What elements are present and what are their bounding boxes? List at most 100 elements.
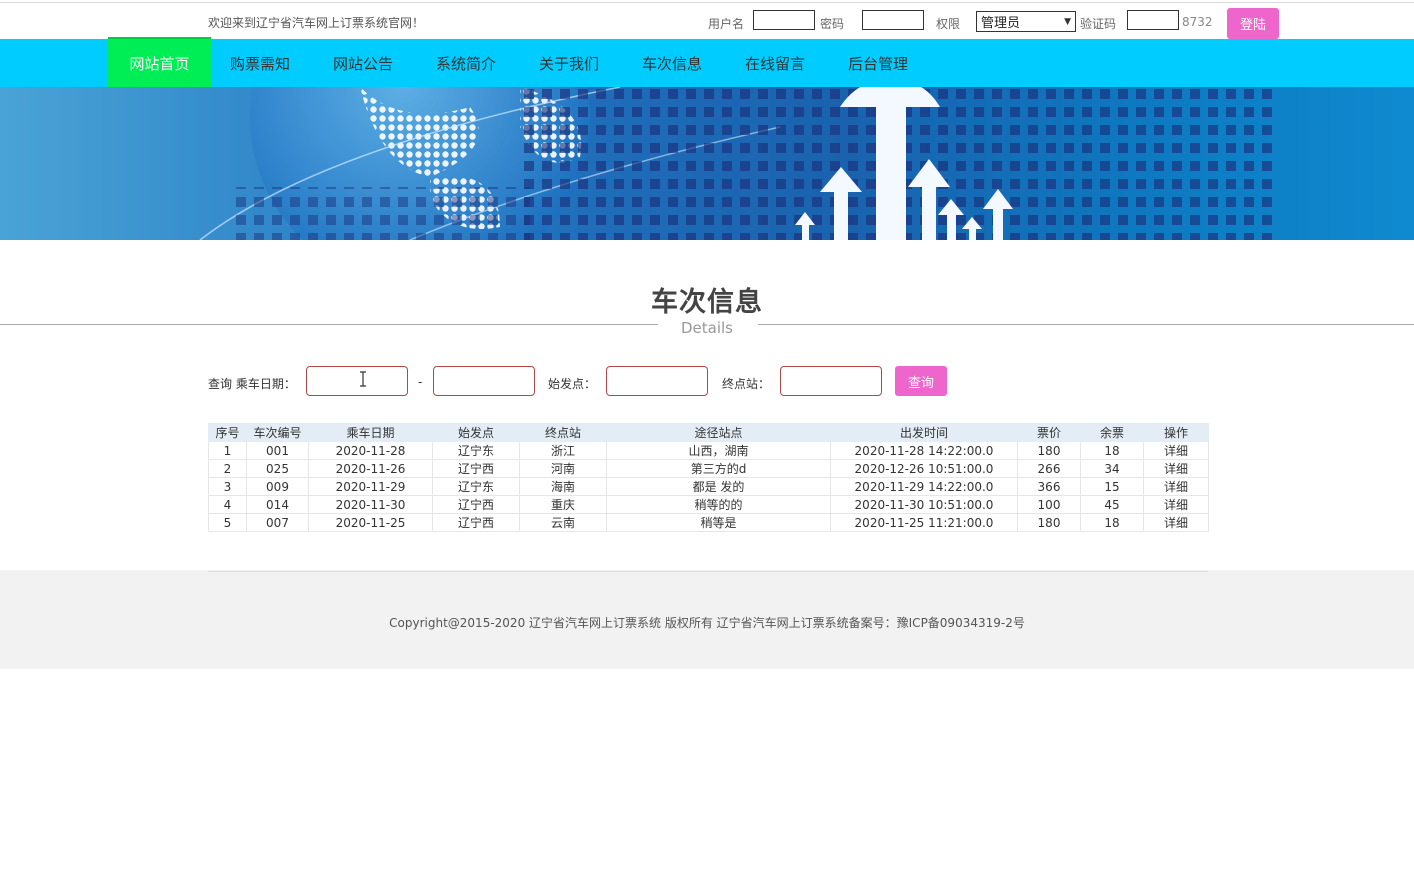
- start-date-input[interactable]: [306, 366, 408, 396]
- search-button[interactable]: 查询: [895, 366, 947, 396]
- nav-item-admin[interactable]: 后台管理: [848, 39, 908, 87]
- date-range-dash: -: [418, 375, 423, 389]
- origin-input[interactable]: [606, 366, 708, 396]
- table-cell: 2020-11-29: [308, 477, 433, 496]
- table-cell: 第三方的d: [606, 459, 831, 478]
- table-cell: 浙江: [519, 441, 607, 460]
- table-cell: 18: [1080, 441, 1144, 460]
- nav-item-about-us[interactable]: 关于我们: [539, 39, 599, 87]
- captcha-label: 验证码: [1080, 17, 1117, 31]
- table-cell: 稍等的的: [606, 495, 831, 514]
- table-cell: 辽宁东: [432, 477, 520, 496]
- username-input[interactable]: [753, 10, 815, 30]
- table-cell: 366: [1017, 477, 1081, 496]
- password-label: 密码: [820, 17, 845, 31]
- table-row: 2 025 2020-11-26 辽宁西 河南 第三方的d 2020-12-26…: [208, 459, 1209, 478]
- chevron-down-icon: ▼: [1064, 16, 1071, 27]
- col-header: 操作: [1143, 423, 1209, 442]
- col-header: 票价: [1017, 423, 1081, 442]
- login-button[interactable]: 登陆: [1227, 8, 1279, 39]
- table-cell: 34: [1080, 459, 1144, 478]
- captcha-input[interactable]: [1127, 10, 1179, 30]
- table-cell: 3: [208, 477, 247, 496]
- table-cell: 180: [1017, 513, 1081, 532]
- table-cell: 2020-11-30: [308, 495, 433, 514]
- table-header-row: 序号 车次编号 乘车日期 始发点 终点站 途径站点 出发时间 票价 余票 操作: [208, 423, 1209, 442]
- date-label: 查询 乘车日期：: [208, 377, 296, 391]
- table-row: 3 009 2020-11-29 辽宁东 海南 都是 发的 2020-11-29…: [208, 477, 1209, 496]
- table-cell: 15: [1080, 477, 1144, 496]
- table-cell: 2: [208, 459, 247, 478]
- col-header: 余票: [1080, 423, 1144, 442]
- table-cell: 2020-11-28: [308, 441, 433, 460]
- table-cell: 河南: [519, 459, 607, 478]
- top-bar: 欢迎来到辽宁省汽车网上订票系统官网！ 用户名 密码 权限 管理员 ▼ 验证码 8…: [0, 3, 1414, 39]
- origin-label: 始发点：: [548, 377, 597, 391]
- table-cell: 1: [208, 441, 247, 460]
- role-label: 权限: [936, 17, 961, 31]
- table-cell: 007: [246, 513, 309, 532]
- table-cell: 2020-11-30 10:51:00.0: [830, 495, 1018, 514]
- text-cursor-icon: [360, 371, 366, 387]
- table-cell: 5: [208, 513, 247, 532]
- hero-banner: [0, 87, 1414, 240]
- table-cell: 4: [208, 495, 247, 514]
- banner-graphic: [199, 87, 1280, 240]
- col-header: 序号: [208, 423, 247, 442]
- table-cell: 2020-11-25 11:21:00.0: [830, 513, 1018, 532]
- table-cell: 辽宁西: [432, 459, 520, 478]
- col-header: 乘车日期: [308, 423, 433, 442]
- nav-item-ticket-guide[interactable]: 购票需知: [230, 39, 290, 87]
- page-title: 车次信息: [651, 287, 763, 318]
- table-cell: 2020-11-29 14:22:00.0: [830, 477, 1018, 496]
- role-select-value: 管理员: [981, 16, 1021, 31]
- table-cell: 100: [1017, 495, 1081, 514]
- col-header: 终点站: [519, 423, 607, 442]
- table-cell: 山西，湖南: [606, 441, 831, 460]
- table-row: 1 001 2020-11-28 辽宁东 浙江 山西，湖南 2020-11-28…: [208, 441, 1209, 460]
- table-row: 5 007 2020-11-25 辽宁西 云南 稍等是 2020-11-25 1…: [208, 513, 1209, 532]
- detail-link[interactable]: 详细: [1143, 441, 1209, 460]
- table-cell: 2020-11-25: [308, 513, 433, 532]
- table-cell: 辽宁西: [432, 513, 520, 532]
- detail-link[interactable]: 详细: [1143, 495, 1209, 514]
- table-row: 4 014 2020-11-30 辽宁西 重庆 稍等的的 2020-11-30 …: [208, 495, 1209, 514]
- col-header: 出发时间: [830, 423, 1018, 442]
- table-cell: 海南: [519, 477, 607, 496]
- trip-table: 序号 车次编号 乘车日期 始发点 终点站 途径站点 出发时间 票价 余票 操作 …: [208, 423, 1209, 532]
- col-header: 车次编号: [246, 423, 309, 442]
- table-cell: 18: [1080, 513, 1144, 532]
- table-cell: 025: [246, 459, 309, 478]
- footer: Copyright@2015-2020 辽宁省汽车网上订票系统 版权所有 辽宁省…: [0, 570, 1414, 669]
- detail-link[interactable]: 详细: [1143, 513, 1209, 532]
- role-select[interactable]: 管理员 ▼: [976, 11, 1076, 32]
- col-header: 始发点: [432, 423, 520, 442]
- nav-item-system-intro[interactable]: 系统简介: [436, 39, 496, 87]
- nav-item-home[interactable]: 网站首页: [108, 37, 211, 89]
- destination-input[interactable]: [780, 366, 882, 396]
- table-cell: 180: [1017, 441, 1081, 460]
- table-cell: 266: [1017, 459, 1081, 478]
- password-input[interactable]: [862, 10, 924, 30]
- welcome-text: 欢迎来到辽宁省汽车网上订票系统官网！: [208, 16, 425, 30]
- table-cell: 2020-12-26 10:51:00.0: [830, 459, 1018, 478]
- table-cell: 45: [1080, 495, 1144, 514]
- table-cell: 009: [246, 477, 309, 496]
- end-date-input[interactable]: [433, 366, 535, 396]
- table-cell: 稍等是: [606, 513, 831, 532]
- table-cell: 云南: [519, 513, 607, 532]
- table-cell: 辽宁西: [432, 495, 520, 514]
- main-nav: 网站首页 购票需知 网站公告 系统简介 关于我们 车次信息 在线留言 后台管理: [0, 37, 1414, 89]
- nav-item-messages[interactable]: 在线留言: [745, 39, 805, 87]
- table-cell: 2020-11-28 14:22:00.0: [830, 441, 1018, 460]
- table-cell: 都是 发的: [606, 477, 831, 496]
- destination-label: 终点站：: [722, 377, 771, 391]
- detail-link[interactable]: 详细: [1143, 459, 1209, 478]
- detail-link[interactable]: 详细: [1143, 477, 1209, 496]
- footer-divider: [208, 571, 1208, 572]
- nav-item-trips[interactable]: 车次信息: [642, 39, 702, 87]
- page-subtitle: Details: [680, 319, 733, 337]
- nav-item-announcements[interactable]: 网站公告: [333, 39, 393, 87]
- captcha-code: 8732: [1182, 15, 1213, 29]
- table-cell: 2020-11-26: [308, 459, 433, 478]
